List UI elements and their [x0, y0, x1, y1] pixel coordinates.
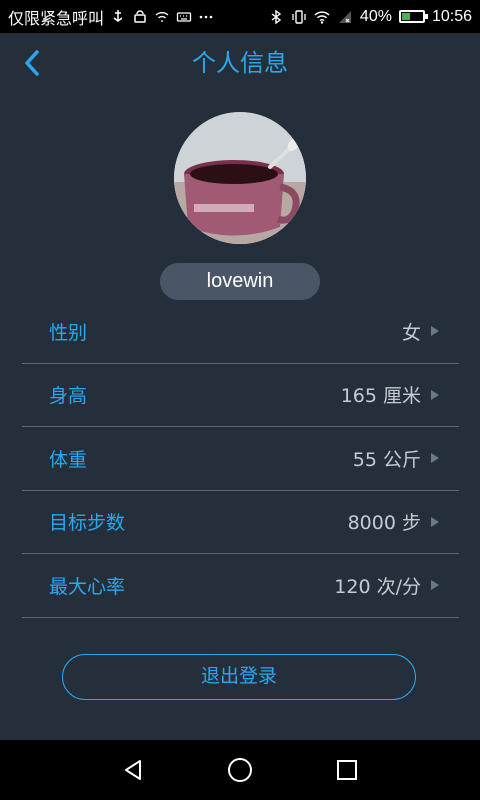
info-row-max-heart-rate[interactable]: 最大心率 120 次/分	[22, 554, 459, 618]
chevron-right-icon	[431, 453, 439, 464]
signal-icon	[338, 10, 351, 23]
logout-button[interactable]: 退出登录	[62, 654, 416, 700]
square-recents-icon	[336, 760, 357, 780]
info-label: 目标步数	[49, 512, 126, 535]
chevron-right-icon	[431, 516, 439, 527]
info-row-height[interactable]: 身高 165 厘米	[22, 364, 459, 427]
info-value: 120 次/分	[334, 575, 421, 598]
info-value: 8000 步	[347, 512, 421, 535]
info-label: 身高	[49, 385, 88, 408]
keyboard-icon	[176, 11, 192, 22]
nav-recents-button[interactable]	[332, 755, 362, 785]
info-label: 性别	[49, 321, 88, 344]
profile-info-list: 性别 女 身高 165 厘米 体重 55 公斤 目标步数 8000 步 最大心率…	[22, 300, 459, 618]
status-bar: 仅限紧急呼叫 40% 10:56	[0, 0, 480, 33]
info-value: 55 公斤	[352, 448, 421, 471]
chevron-right-icon	[431, 580, 439, 591]
info-label: 体重	[49, 448, 88, 471]
chevron-left-icon	[25, 50, 39, 76]
nav-home-button[interactable]	[225, 755, 255, 785]
username-badge[interactable]: lovewin	[160, 263, 320, 300]
info-label: 最大心率	[49, 575, 126, 598]
battery-fill	[401, 13, 410, 20]
info-value: 165 厘米	[340, 385, 421, 408]
avatar[interactable]	[174, 112, 306, 244]
status-time: 10:56	[431, 7, 472, 25]
status-right: 40% 10:56	[268, 8, 472, 26]
battery-percent: 40%	[359, 7, 392, 25]
info-value: 女	[401, 321, 421, 344]
more-icon	[199, 15, 213, 18]
page-title: 个人信息	[192, 49, 288, 77]
bluetooth-icon	[271, 9, 282, 24]
chevron-right-icon	[431, 326, 439, 337]
vibrate-icon	[292, 9, 306, 24]
wifi-icon	[314, 10, 330, 24]
avatar-photo	[174, 112, 306, 244]
info-row-weight[interactable]: 体重 55 公斤	[22, 427, 459, 491]
info-row-gender[interactable]: 性别 女	[22, 300, 459, 364]
chevron-right-icon	[431, 389, 439, 400]
usb-icon	[113, 9, 123, 22]
header: 个人信息	[0, 33, 480, 93]
triangle-back-icon	[125, 760, 142, 780]
wifi-calling-icon	[155, 11, 169, 22]
back-button[interactable]	[14, 45, 50, 81]
carrier-text: 仅限紧急呼叫	[8, 8, 105, 28]
circle-home-icon	[227, 758, 252, 782]
status-left: 仅限紧急呼叫	[8, 5, 214, 29]
battery-icon	[398, 10, 428, 23]
system-nav-bar	[0, 740, 480, 800]
android-debug-icon	[134, 9, 146, 23]
nav-back-button[interactable]	[118, 755, 148, 785]
info-row-target-steps[interactable]: 目标步数 8000 步	[22, 491, 459, 554]
